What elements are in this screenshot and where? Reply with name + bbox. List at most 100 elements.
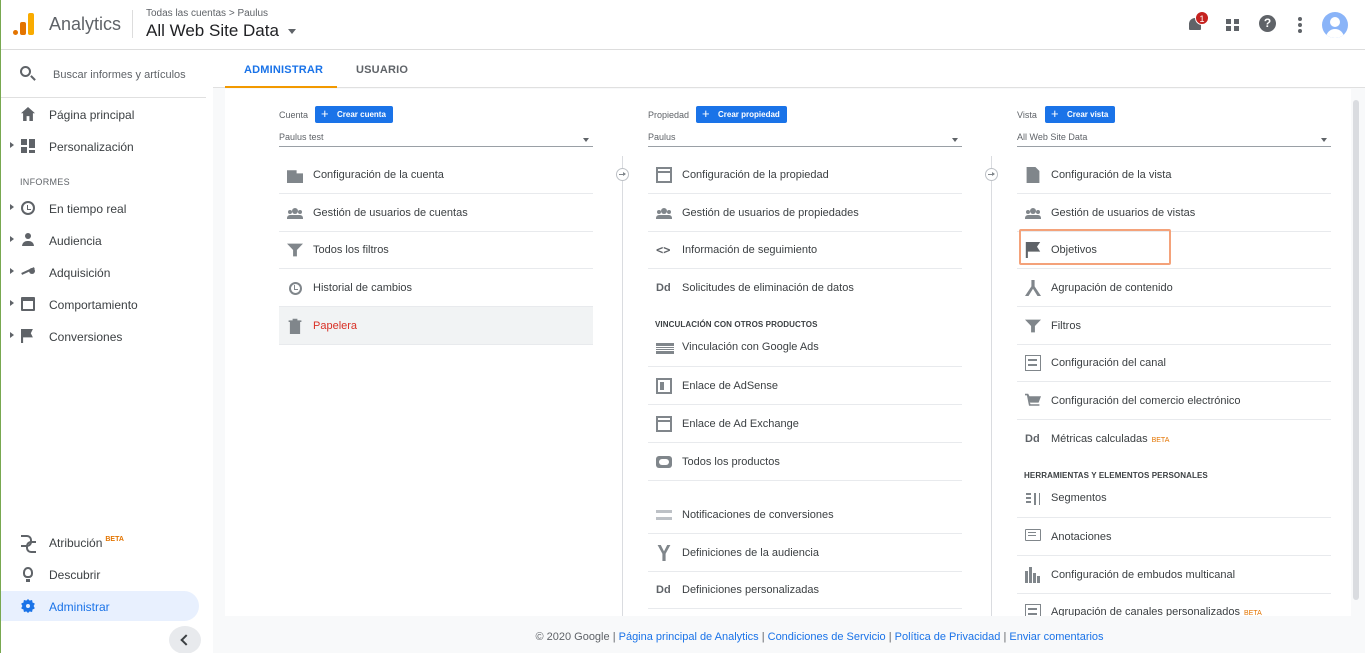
- adsense-link-item[interactable]: Enlace de AdSense: [648, 367, 962, 405]
- help-icon[interactable]: ?: [1258, 14, 1278, 34]
- arrow-right-icon: [985, 168, 998, 181]
- sidebar-item-label: Adquisición: [49, 266, 111, 280]
- sidebar-item-discover[interactable]: Descubrir: [1, 559, 199, 589]
- sidebar-item-attribution[interactable]: Atribución BETA: [1, 527, 199, 557]
- annotations-item[interactable]: Anotaciones: [1017, 518, 1331, 556]
- footer-link-feedback[interactable]: Enviar comentarios: [1009, 631, 1103, 643]
- expand-arrow-icon: [10, 300, 14, 306]
- sidebar-item-audience[interactable]: Audiencia: [1, 225, 199, 255]
- item-label: Agrupación de canales personalizados BETA: [1051, 606, 1262, 616]
- sidebar-item-customization[interactable]: Personalización: [1, 131, 199, 161]
- create-view-button[interactable]: Crear vista: [1045, 105, 1116, 123]
- trash-item[interactable]: Papelera: [279, 307, 593, 345]
- view-settings-item[interactable]: Configuración de la vista: [1017, 156, 1331, 194]
- users-icon: [287, 205, 303, 221]
- account-select[interactable]: Paulus test: [279, 130, 593, 147]
- data-deletion-item[interactable]: Dd Solicitudes de eliminación de datos: [648, 269, 962, 307]
- item-label: Historial de cambios: [313, 282, 413, 294]
- search-input[interactable]: Buscar informes y artículos: [53, 69, 186, 81]
- property-user-management-item[interactable]: Gestión de usuarios de propiedades: [648, 194, 962, 232]
- item-label: Gestión de usuarios de propiedades: [682, 207, 859, 219]
- separator: |: [612, 631, 616, 643]
- sidebar-item-home[interactable]: Página principal: [1, 99, 199, 129]
- calculated-metrics-item[interactable]: Dd Métricas calculadas BETA: [1017, 420, 1331, 458]
- users-icon: [1025, 205, 1041, 221]
- footer-link-terms[interactable]: Condiciones de Servicio: [768, 631, 886, 643]
- sidebar-item-acquisition[interactable]: Adquisición: [1, 257, 199, 287]
- segments-icon: [1025, 491, 1041, 507]
- tab-admin[interactable]: ADMINISTRAR: [244, 64, 323, 76]
- notification-badge: 1: [1195, 11, 1209, 25]
- footer-link-analytics-home[interactable]: Página principal de Analytics: [619, 631, 759, 643]
- create-account-button[interactable]: Crear cuenta: [315, 105, 393, 123]
- conversion-notifications-item[interactable]: Notificaciones de conversiones: [648, 496, 962, 534]
- dashboard-icon: [21, 139, 35, 153]
- tab-user[interactable]: USUARIO: [356, 64, 408, 76]
- item-label: Configuración del canal: [1051, 357, 1166, 369]
- custom-definitions-item[interactable]: Dd Definiciones personalizadas: [648, 571, 962, 609]
- account-select-value: Paulus test: [279, 132, 324, 142]
- copyright-text: © 2020 Google: [535, 631, 610, 643]
- channel-settings-item[interactable]: Configuración del canal: [1017, 344, 1331, 382]
- linking-heading: VINCULACIÓN CON OTROS PRODUCTOS: [655, 320, 818, 329]
- analytics-logo-icon[interactable]: [13, 13, 35, 35]
- view-user-management-item[interactable]: Gestión de usuarios de vistas: [1017, 194, 1331, 232]
- dd-icon: Dd: [656, 282, 671, 294]
- search-bar[interactable]: Buscar informes y artículos: [1, 50, 206, 98]
- google-ads-link-item[interactable]: Vinculación con Google Ads: [648, 329, 962, 367]
- segments-item[interactable]: Segmentos: [1017, 480, 1331, 518]
- separator: |: [1003, 631, 1007, 643]
- ecommerce-settings-item[interactable]: Configuración del comercio electrónico: [1017, 382, 1331, 420]
- property-select[interactable]: Paulus: [648, 130, 962, 147]
- multichannel-funnels-item[interactable]: Configuración de embudos multicanal: [1017, 556, 1331, 594]
- content-grouping-item[interactable]: Agrupación de contenido: [1017, 269, 1331, 307]
- item-label: Configuración de la propiedad: [682, 169, 829, 181]
- top-bar: Analytics Todas las cuentas > Paulus All…: [1, 0, 1365, 50]
- caret-down-icon: [1321, 138, 1327, 142]
- custom-channel-grouping-item[interactable]: Agrupación de canales personalizados BETA: [1017, 593, 1331, 616]
- tracking-info-item[interactable]: <> Información de seguimiento: [648, 231, 962, 269]
- view-selector[interactable]: All Web Site Data: [146, 21, 279, 41]
- lightbulb-icon: [23, 567, 33, 582]
- dd-icon: Dd: [1025, 433, 1040, 445]
- tools-heading: HERRAMIENTAS Y ELEMENTOS PERSONALES: [1024, 471, 1208, 480]
- sidebar-item-conversions[interactable]: Conversiones: [1, 321, 199, 351]
- all-filters-item[interactable]: Todos los filtros: [279, 231, 593, 269]
- create-property-button[interactable]: Crear propiedad: [696, 105, 787, 123]
- item-label: Configuración de la cuenta: [313, 169, 444, 181]
- notifications-bell-icon[interactable]: 1: [1186, 11, 1209, 34]
- collapse-sidebar-button[interactable]: [169, 626, 201, 653]
- account-settings-item[interactable]: Configuración de la cuenta: [279, 156, 593, 194]
- users-icon: [656, 205, 672, 221]
- channel-settings-icon: [1025, 355, 1041, 371]
- item-label: Métricas calculadas BETA: [1051, 433, 1170, 445]
- sidebar-item-admin[interactable]: Administrar: [1, 591, 199, 621]
- code-icon: <>: [656, 243, 671, 257]
- account-user-management-item[interactable]: Gestión de usuarios de cuentas: [279, 194, 593, 232]
- footer-link-privacy[interactable]: Política de Privacidad: [895, 631, 1001, 643]
- breadcrumb[interactable]: Todas las cuentas > Paulus: [146, 8, 268, 19]
- beta-badge: BETA: [1243, 610, 1262, 616]
- more-vert-icon[interactable]: [1291, 14, 1311, 34]
- audience-definitions-item[interactable]: Definiciones de la audiencia: [648, 534, 962, 572]
- item-label: Configuración del comercio electrónico: [1051, 395, 1241, 407]
- scrollbar[interactable]: [1353, 100, 1359, 600]
- property-settings-item[interactable]: Configuración de la propiedad: [648, 156, 962, 194]
- ad-exchange-link-item[interactable]: Enlace de Ad Exchange: [648, 405, 962, 443]
- user-avatar[interactable]: [1322, 12, 1348, 38]
- sidebar-item-realtime[interactable]: En tiempo real: [1, 193, 199, 223]
- caret-down-icon: [952, 138, 958, 142]
- view-select[interactable]: All Web Site Data: [1017, 130, 1331, 147]
- trash-icon: [288, 318, 302, 334]
- caret-down-icon[interactable]: [288, 29, 296, 34]
- app-name[interactable]: Analytics: [49, 14, 121, 35]
- flag-icon: [21, 329, 33, 343]
- all-products-item[interactable]: Todos los productos: [648, 443, 962, 481]
- goals-item[interactable]: Objetivos: [1017, 229, 1331, 269]
- document-icon: [1026, 167, 1040, 183]
- change-history-item[interactable]: Historial de cambios: [279, 269, 593, 307]
- caret-down-icon: [583, 138, 589, 142]
- filters-item[interactable]: Filtros: [1017, 307, 1331, 345]
- apps-grid-icon[interactable]: [1223, 14, 1243, 34]
- sidebar-item-behavior[interactable]: Comportamiento: [1, 289, 199, 319]
